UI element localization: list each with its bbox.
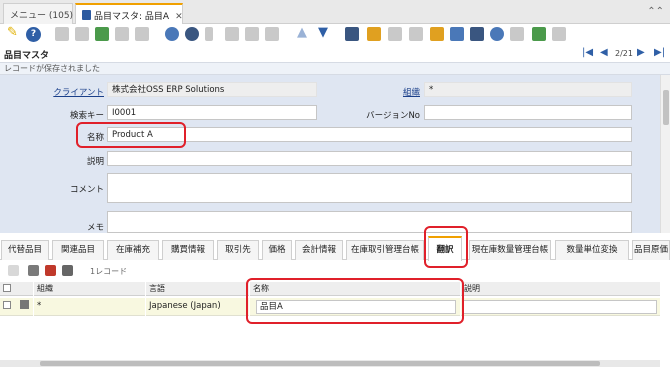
comment-label: コメント [69,185,104,195]
copy-record-icon[interactable] [75,27,89,41]
search-key-field[interactable]: I0001 [107,105,317,120]
print-icon[interactable] [388,27,402,41]
multi-view-icon[interactable] [265,27,279,41]
arrow-up-icon[interactable]: ▲ [297,25,307,40]
search-icon[interactable] [185,27,199,41]
form-scrollbar[interactable] [660,75,670,233]
record-position: 2/21 [615,49,633,58]
save-icon[interactable] [115,27,129,41]
row-checkbox[interactable] [3,301,11,309]
grid-header-language[interactable]: 言語 [146,282,249,296]
description-field[interactable] [107,151,632,166]
workflow-icon[interactable] [450,27,464,41]
product-info-icon[interactable] [470,27,484,41]
print-preview-icon[interactable] [409,27,423,41]
grid-delete-icon[interactable] [45,265,56,276]
page-title: 品目マスタ [4,51,50,61]
tab-substitute[interactable]: 代替品目 [1,240,49,260]
grid-horizontal-scrollbar[interactable] [0,360,660,367]
settings-icon[interactable] [490,27,504,41]
memo-field[interactable] [107,211,632,233]
help-icon[interactable]: ? [26,27,41,42]
version-field[interactable] [424,105,632,120]
grid-edit-icon[interactable] [28,265,39,276]
export-icon[interactable] [510,27,524,41]
description-label: 説明 [86,157,104,167]
attachment-icon[interactable] [205,27,213,41]
tab-business-partner[interactable]: 取引先 [217,240,259,260]
grid-record-count: 1レコード [90,267,128,276]
tab-menu-label: メニュー (105) [10,11,74,21]
name-highlight-frame [76,122,186,148]
select-all-checkbox[interactable] [3,284,11,292]
client-label[interactable]: クライアント [24,86,104,98]
grid-new-icon[interactable] [8,265,19,276]
tab-replenish[interactable]: 在庫補充 [107,240,159,260]
status-message: レコードが保存されました [0,62,670,75]
archive-icon[interactable] [367,27,381,41]
grid-header-description[interactable]: 説明 [461,282,660,296]
panel-header: 品目マスタ |◀ ◀ 2/21 ▶ ▶| [0,46,670,62]
report-icon[interactable] [345,27,359,41]
document-icon [82,10,91,20]
grid-name-highlight-frame [246,278,464,324]
tab-related[interactable]: 関連品目 [52,240,104,260]
refresh-icon[interactable] [165,27,179,41]
delete-icon[interactable] [95,27,109,41]
comment-field[interactable] [107,173,632,203]
grid-scrollbar-thumb[interactable] [40,361,600,366]
tab-menu[interactable]: メニュー (105) [3,3,73,24]
form-scrollbar-thumb[interactable] [663,90,669,125]
lightbulb-icon[interactable]: ✎ [7,25,18,40]
close-icon[interactable]: ✕ [175,12,183,22]
table-row-select [0,298,33,316]
tab-product-master[interactable]: 品目マスタ: 品目A ✕ [75,3,183,24]
collapse-icon[interactable]: ⌃⌃ [647,6,664,17]
grid-header-org[interactable]: 組織 [34,282,145,296]
new-record-icon[interactable] [55,27,69,41]
client-field: 株式会社OSS ERP Solutions [107,82,317,97]
note-icon[interactable] [245,27,259,41]
row-edit-icon[interactable] [19,300,29,309]
import-icon[interactable] [532,27,546,41]
row-description-cell [461,298,660,316]
tab-uom-conversion[interactable]: 数量単位変換 [555,240,629,260]
save-new-icon[interactable] [135,27,149,41]
row-org-cell[interactable]: * [34,298,145,316]
tab-inventory-transactions[interactable]: 在庫取引管理台帳 [346,240,424,260]
row-language-cell[interactable]: Japanese (Japan) [146,298,249,316]
memo-label: メモ [86,223,104,233]
zoom-across-icon[interactable] [430,27,444,41]
previous-record-icon[interactable]: ◀ [600,47,608,58]
search-key-label: 検索キー [69,111,104,121]
version-label: バージョンNo [366,111,420,121]
first-record-icon[interactable]: |◀ [582,47,593,58]
record-form: クライアント 株式会社OSS ERP Solutions 組織 * 検索キー I… [0,75,660,233]
customize-icon[interactable] [552,27,566,41]
tab-product-master-label: 品目マスタ: 品目A [94,12,170,22]
chat-icon[interactable] [225,27,239,41]
tab-price[interactable]: 価格 [262,240,292,260]
detail-tab-bar: 代替品目 関連品目 在庫補充 購買情報 取引先 価格 会計情報 在庫取引管理台帳… [0,236,670,261]
org-label[interactable]: 組織 [340,86,420,98]
tab-onhand-quantity[interactable]: 現在庫数量管理台帳 [469,240,551,260]
last-record-icon[interactable]: ▶| [654,47,665,58]
org-field: * [424,82,632,97]
window-tab-bar: メニュー (105) 品目マスタ: 品目A ✕ ⌃⌃ [0,0,670,24]
tab-product-costing[interactable]: 品目原価 [632,240,670,260]
arrow-down-icon[interactable]: ▼ [318,25,328,40]
row-description-field[interactable] [463,300,657,314]
grid-header-select [0,282,33,296]
tab-accounting[interactable]: 会計情報 [295,240,343,260]
next-record-icon[interactable]: ▶ [637,47,645,58]
grid-save-icon[interactable] [62,265,73,276]
tab-purchasing[interactable]: 購買情報 [162,240,214,260]
toolbar: ✎ ? ▲ ▼ [0,24,670,46]
